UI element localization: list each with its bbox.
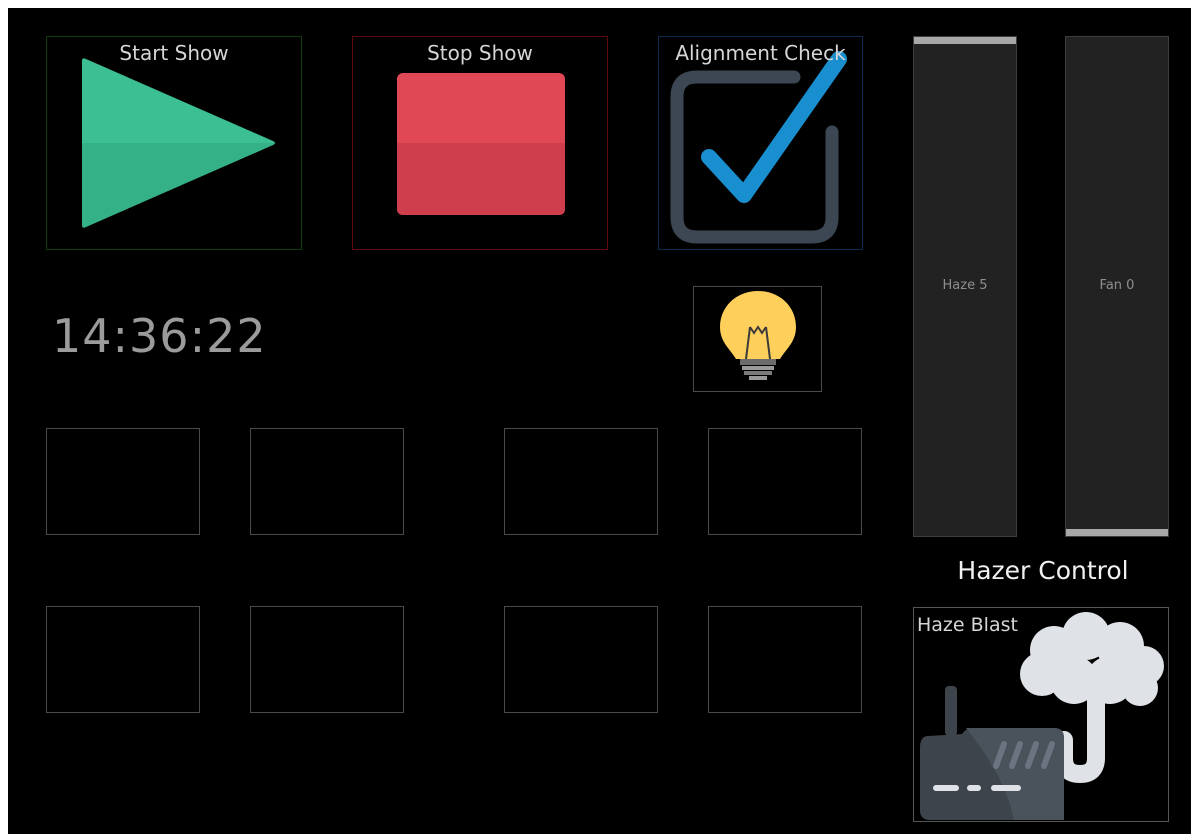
alignment-check-label: Alignment Check (675, 41, 846, 65)
stop-show-label: Stop Show (427, 41, 533, 65)
lightbulb-icon (720, 291, 796, 380)
hazer-machine-icon (920, 612, 1164, 820)
hazer-control-title: Hazer Control (957, 556, 1129, 585)
fan-fader[interactable]: Fan 0 (1065, 36, 1169, 537)
alignment-check-button[interactable]: Alignment Check (658, 36, 863, 250)
show-control-panel: Start Show Stop Show Alignment Check 14:… (8, 8, 1191, 834)
haze-fader[interactable]: Haze 5 (913, 36, 1017, 537)
play-icon (82, 58, 276, 228)
grid-button[interactable] (708, 428, 862, 535)
fan-fader-handle[interactable] (1066, 529, 1168, 536)
light-toggle-button[interactable] (693, 286, 822, 392)
grid-button[interactable] (250, 606, 404, 713)
start-show-button[interactable]: Start Show (46, 36, 302, 250)
haze-fader-handle[interactable] (914, 37, 1016, 44)
grid-button[interactable] (708, 606, 862, 713)
fan-fader-label: Fan 0 (1099, 278, 1135, 293)
stop-show-button[interactable]: Stop Show (352, 36, 608, 250)
grid-button[interactable] (46, 428, 200, 535)
haze-blast-button[interactable]: Haze Blast (913, 607, 1169, 822)
clock-display: 14:36:22 (52, 309, 267, 363)
grid-button[interactable] (504, 606, 658, 713)
grid-button[interactable] (46, 606, 200, 713)
haze-fader-label: Haze 5 (942, 278, 988, 293)
start-show-label: Start Show (119, 41, 229, 65)
haze-blast-label: Haze Blast (917, 614, 1018, 636)
stop-icon (397, 73, 565, 215)
grid-button[interactable] (504, 428, 658, 535)
grid-button[interactable] (250, 428, 404, 535)
checkbox-checked-icon (670, 51, 847, 244)
